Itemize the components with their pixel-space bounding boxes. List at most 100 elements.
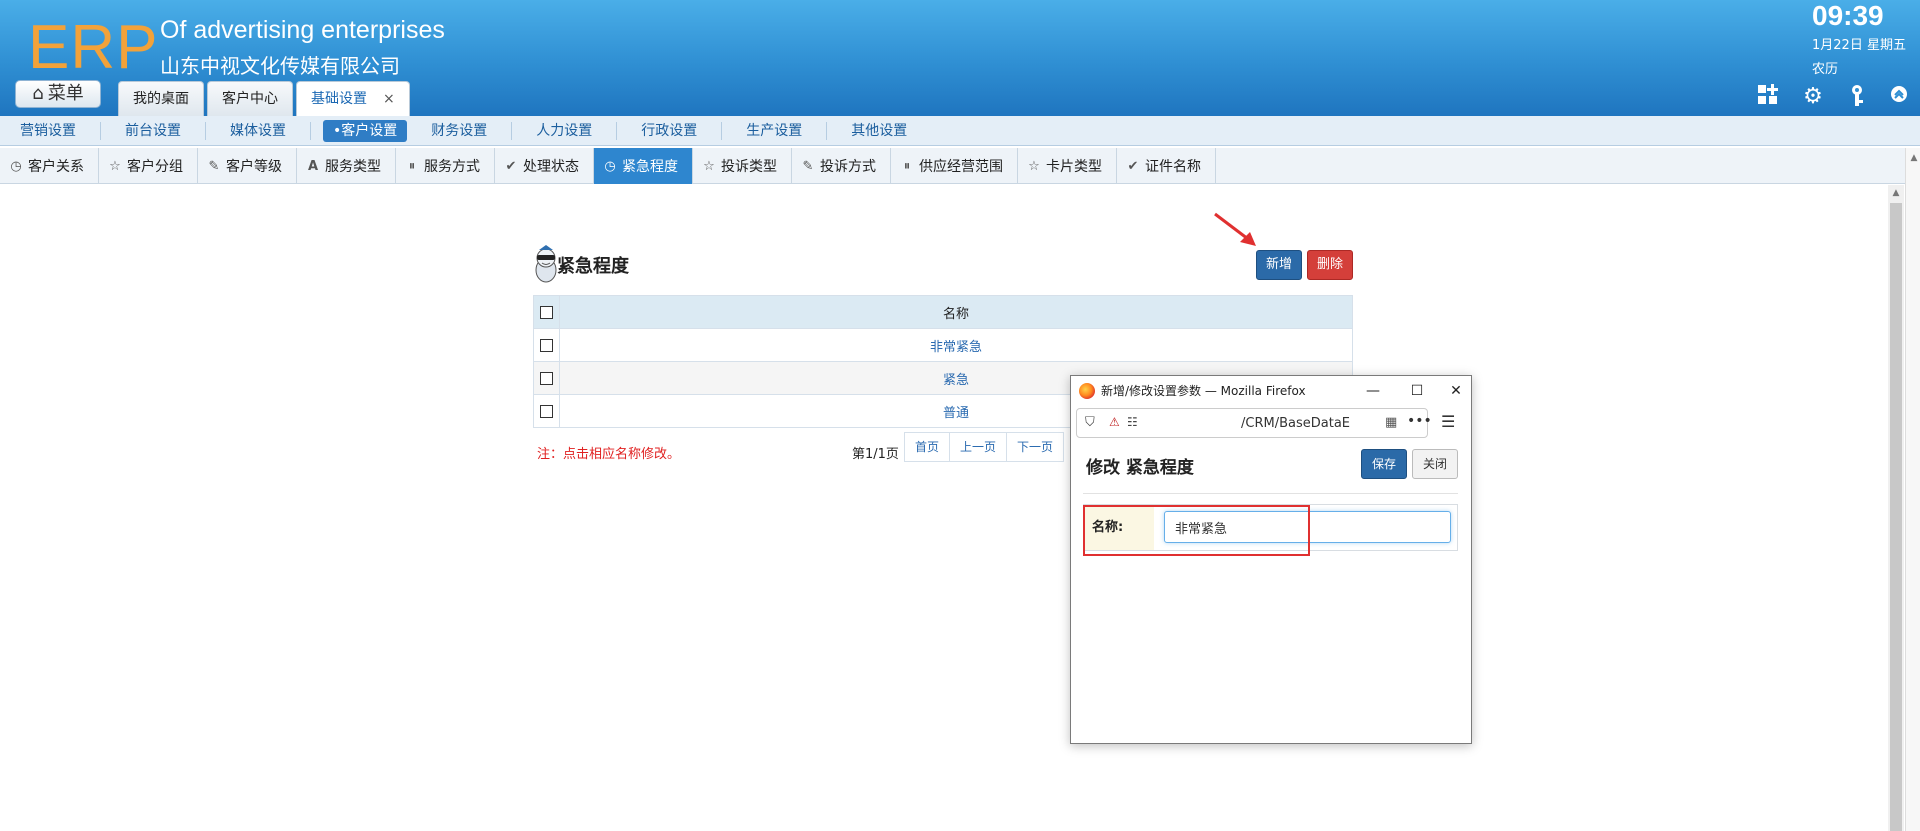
star-icon: ☆ [703, 158, 715, 174]
tab-my-desktop[interactable]: 我的桌面 [118, 81, 204, 116]
form-divider [1083, 493, 1458, 494]
ftab-label: 服务方式 [424, 159, 480, 175]
subnav-hr[interactable]: 人力设置 [524, 121, 618, 140]
subnav-frontdesk[interactable]: 前台设置 [113, 121, 206, 140]
lunar-calendar[interactable]: 农历 [1812, 58, 1838, 77]
qr-code-icon[interactable]: ▦ [1385, 415, 1397, 430]
settings-subnav: 营销设置 前台设置 媒体设置 •客户设置 财务设置 人力设置 行政设置 生产设置… [0, 116, 1920, 146]
ftab-label: 客户分组 [127, 159, 183, 175]
row-name-link[interactable]: 普通 [943, 406, 969, 421]
check-icon: ✔ [505, 158, 517, 174]
row-name-link[interactable]: 紧急 [943, 373, 969, 388]
subnav-admin[interactable]: 行政设置 [629, 121, 723, 140]
ftab-complaint-method[interactable]: ✎ 投诉方式 [792, 148, 891, 184]
chevron-up-icon[interactable] [1886, 84, 1912, 110]
pencil-icon: ✎ [802, 158, 814, 174]
row-name-link[interactable]: 非常紧急 [930, 340, 982, 355]
first-page-button[interactable]: 首页 [904, 432, 951, 462]
function-tab-bar: ◷ 客户关系 ☆ 客户分组 ✎ 客户等级 A 服务类型 ⏸ 服务方式 ✔ 处理状态 ◷ 紧急程… [0, 148, 1905, 184]
ftab-urgency[interactable]: ◷ 紧急程度 [594, 148, 693, 184]
menu-button[interactable]: ⌂ 菜单 [15, 80, 101, 108]
edit-popup-window: 新增/修改设置参数 — Mozilla Firefox — ☐ ✕ ⛉ ⚠ ☷ … [1070, 375, 1472, 744]
select-all-checkbox[interactable] [540, 305, 553, 319]
ftab-customer-level[interactable]: ✎ 客户等级 [198, 148, 297, 184]
name-form-row: 名称: [1083, 504, 1458, 551]
ftab-customer-relation[interactable]: ◷ 客户关系 [0, 148, 99, 184]
logo: ERP [28, 13, 159, 82]
row-checkbox-cell [533, 361, 560, 395]
name-input[interactable] [1164, 511, 1451, 543]
pause-icon: ⏸ [408, 158, 416, 174]
next-page-button[interactable]: 下一页 [1006, 432, 1065, 462]
vertical-scrollbar[interactable]: ▲ [1888, 185, 1904, 831]
firefox-icon [1079, 383, 1095, 399]
shield-icon[interactable]: ⛉ [1085, 415, 1095, 430]
key-icon[interactable] [1844, 84, 1870, 110]
ftab-complaint-type[interactable]: ☆ 投诉类型 [693, 148, 792, 184]
top-tab-bar: 我的桌面 客户中心 基础设置 × [118, 81, 413, 116]
add-button[interactable]: 新增 [1256, 250, 1302, 280]
scrollbar-thumb[interactable] [1890, 203, 1902, 831]
company-name-en: Of advertising enterprises [160, 16, 445, 44]
name-cell: 非常紧急 [559, 328, 1353, 362]
table-header-row: 名称 [533, 295, 1353, 329]
row-checkbox[interactable] [540, 338, 553, 352]
ftab-process-status[interactable]: ✔ 处理状态 [495, 148, 594, 184]
apps-icon[interactable] [1755, 84, 1781, 110]
home-icon: ⌂ [32, 83, 44, 104]
save-button[interactable]: 保存 [1361, 449, 1407, 479]
ftab-label: 证件名称 [1145, 159, 1201, 175]
page-info: 第1/1页 [852, 447, 899, 462]
subnav-finance[interactable]: 财务设置 [419, 121, 513, 140]
table-row: 非常紧急 [533, 328, 1353, 362]
clock: 09:39 [1812, 0, 1884, 31]
page-info-icon[interactable]: ☷ [1127, 415, 1138, 429]
outer-scroll-up-icon[interactable]: ▲ [1906, 150, 1920, 166]
maximize-icon[interactable]: ☐ [1402, 380, 1432, 402]
url-text[interactable]: /CRM/BaseDataE [1241, 416, 1350, 431]
ftab-customer-group[interactable]: ☆ 客户分组 [99, 148, 198, 184]
ftab-service-method[interactable]: ⏸ 服务方式 [396, 148, 495, 184]
ftab-label: 紧急程度 [622, 159, 678, 175]
permission-icon[interactable]: ⚠ [1109, 415, 1120, 429]
subnav-media[interactable]: 媒体设置 [218, 121, 311, 140]
ftab-label: 投诉类型 [721, 159, 777, 175]
page-title: 紧急程度 [557, 256, 629, 277]
edit-hint-note: 注：点击相应名称修改。 [537, 447, 681, 462]
form-title: 修改 紧急程度 [1086, 458, 1194, 478]
date: 1月22日 星期五 [1812, 38, 1906, 53]
more-icon[interactable]: ••• [1407, 413, 1432, 429]
row-checkbox[interactable] [540, 371, 553, 385]
ftab-document-name[interactable]: ✔ 证件名称 [1117, 148, 1216, 184]
subnav-marketing[interactable]: 营销设置 [8, 121, 101, 140]
subnav-production[interactable]: 生产设置 [734, 121, 828, 140]
minimize-icon[interactable]: — [1358, 380, 1388, 402]
url-bar[interactable]: ⛉ ⚠ ☷ /CRM/BaseDataE ▦ ••• [1076, 408, 1432, 438]
ftab-supply-scope[interactable]: ⏸ 供应经营范围 [891, 148, 1018, 184]
delete-button[interactable]: 删除 [1307, 250, 1353, 280]
close-button[interactable]: 关闭 [1412, 449, 1458, 479]
subnav-other[interactable]: 其他设置 [839, 122, 931, 140]
tab-label: 基础设置 [311, 91, 367, 107]
tab-customer-center[interactable]: 客户中心 [207, 81, 293, 116]
close-tab-icon[interactable]: × [383, 91, 395, 107]
popup-titlebar[interactable]: 新增/修改设置参数 — Mozilla Firefox — ☐ ✕ [1071, 376, 1471, 406]
ftab-service-type[interactable]: A 服务类型 [297, 148, 396, 184]
ftab-label: 客户关系 [28, 159, 84, 175]
popup-window-title: 新增/修改设置参数 — Mozilla Firefox [1101, 384, 1306, 398]
outer-scrollbar[interactable]: ▲ [1905, 148, 1920, 831]
pencil-icon: ✎ [208, 158, 220, 174]
hamburger-menu-icon[interactable]: ☰ [1441, 412, 1455, 431]
tab-basic-settings[interactable]: 基础设置 × [296, 81, 410, 116]
prev-page-button[interactable]: 上一页 [949, 432, 1008, 462]
app-header: ERP Of advertising enterprises 山东中视文化传媒有… [0, 0, 1920, 116]
gear-icon[interactable]: ⚙ [1800, 84, 1826, 110]
star-icon: ☆ [109, 158, 121, 174]
pause-icon: ⏸ [903, 158, 911, 174]
subnav-customer[interactable]: •客户设置 [323, 119, 408, 142]
scroll-up-icon[interactable]: ▲ [1888, 185, 1904, 201]
row-checkbox[interactable] [540, 404, 553, 418]
window-close-icon[interactable]: ✕ [1441, 380, 1471, 402]
star-icon: ☆ [1028, 158, 1040, 174]
ftab-card-type[interactable]: ☆ 卡片类型 [1018, 148, 1117, 184]
